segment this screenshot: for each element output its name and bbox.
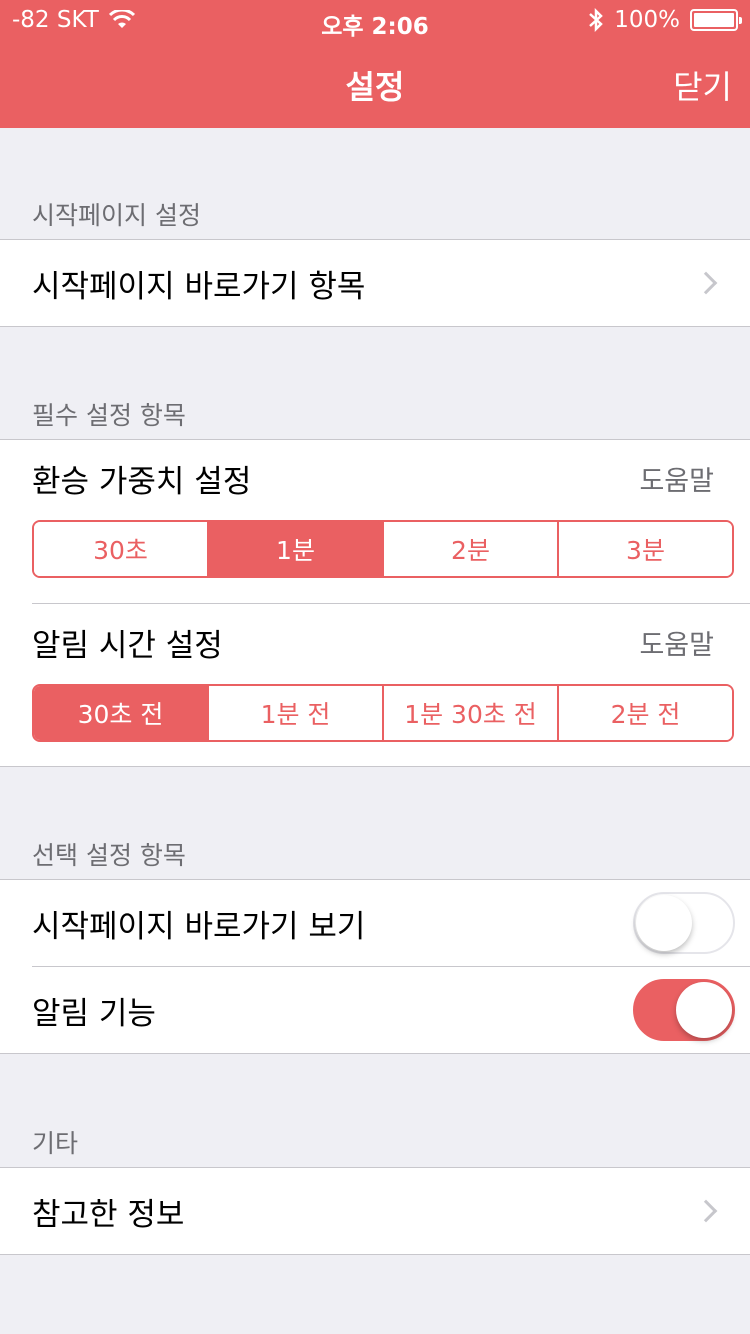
transfer-weight-help-button[interactable]: 도움말 bbox=[639, 459, 714, 498]
section-header-required: 필수 설정 항목 bbox=[32, 401, 186, 430]
nav-header: -82 SKT 오후 2:06 100% 설정 닫기 bbox=[0, 0, 750, 128]
segment-alarm-1m30s[interactable]: 1분 30초 전 bbox=[382, 686, 557, 740]
transfer-weight-row: 환승 가중치 설정 도움말 bbox=[0, 440, 750, 516]
close-button[interactable]: 닫기 bbox=[673, 62, 732, 108]
show-shortcut-toggle[interactable] bbox=[633, 892, 735, 954]
start-page-shortcut-items-row[interactable]: 시작페이지 바로가기 항목 bbox=[0, 240, 750, 326]
segment-alarm-2m[interactable]: 2분 전 bbox=[557, 686, 732, 740]
toggle-knob bbox=[676, 982, 732, 1038]
alarm-time-help-button[interactable]: 도움말 bbox=[639, 623, 714, 662]
chevron-right-icon bbox=[694, 271, 718, 295]
alarm-time-row: 알림 시간 설정 도움말 bbox=[0, 604, 750, 680]
references-label: 참고한 정보 bbox=[32, 1196, 185, 1233]
toggle-knob bbox=[636, 895, 692, 951]
page-title: 설정 bbox=[345, 68, 405, 106]
bluetooth-icon bbox=[589, 8, 604, 32]
start-page-shortcut-items-label: 시작페이지 바로가기 항목 bbox=[32, 268, 366, 305]
references-row[interactable]: 참고한 정보 bbox=[0, 1168, 750, 1254]
segment-transfer-2m[interactable]: 2분 bbox=[382, 522, 557, 576]
chevron-right-icon bbox=[694, 1199, 718, 1223]
alarm-feature-toggle[interactable] bbox=[633, 979, 735, 1041]
section-header-start-page: 시작페이지 설정 bbox=[32, 201, 201, 230]
group-start-page: 시작페이지 바로가기 항목 bbox=[0, 239, 750, 327]
alarm-time-label: 알림 시간 설정 bbox=[32, 627, 223, 664]
section-header-optional: 선택 설정 항목 bbox=[32, 841, 186, 870]
status-bar: -82 SKT 오후 2:06 100% bbox=[0, 0, 750, 40]
segment-transfer-30s[interactable]: 30초 bbox=[34, 522, 207, 576]
battery-percent: 100% bbox=[614, 7, 680, 33]
battery-icon bbox=[690, 9, 742, 31]
alarm-time-segmented-control: 30초 전 1분 전 1분 30초 전 2분 전 bbox=[32, 684, 734, 742]
group-etc: 참고한 정보 bbox=[0, 1167, 750, 1255]
alarm-feature-label: 알림 기능 bbox=[32, 995, 156, 1032]
alarm-feature-row: 알림 기능 bbox=[0, 967, 750, 1053]
transfer-weight-label: 환승 가중치 설정 bbox=[32, 463, 252, 500]
group-required: 환승 가중치 설정 도움말 30초 1분 2분 3분 알림 시간 설정 도움말 … bbox=[0, 439, 750, 767]
show-shortcut-row: 시작페이지 바로가기 보기 bbox=[0, 880, 750, 966]
section-header-etc: 기타 bbox=[32, 1129, 79, 1158]
segment-alarm-30s[interactable]: 30초 전 bbox=[34, 686, 207, 740]
segment-transfer-3m[interactable]: 3분 bbox=[557, 522, 732, 576]
transfer-weight-segmented-control: 30초 1분 2분 3분 bbox=[32, 520, 734, 578]
status-right: 100% bbox=[588, 7, 742, 33]
segment-transfer-1m[interactable]: 1분 bbox=[207, 522, 382, 576]
group-optional: 시작페이지 바로가기 보기 알림 기능 bbox=[0, 879, 750, 1054]
show-shortcut-label: 시작페이지 바로가기 보기 bbox=[32, 908, 366, 945]
segment-alarm-1m[interactable]: 1분 전 bbox=[207, 686, 382, 740]
